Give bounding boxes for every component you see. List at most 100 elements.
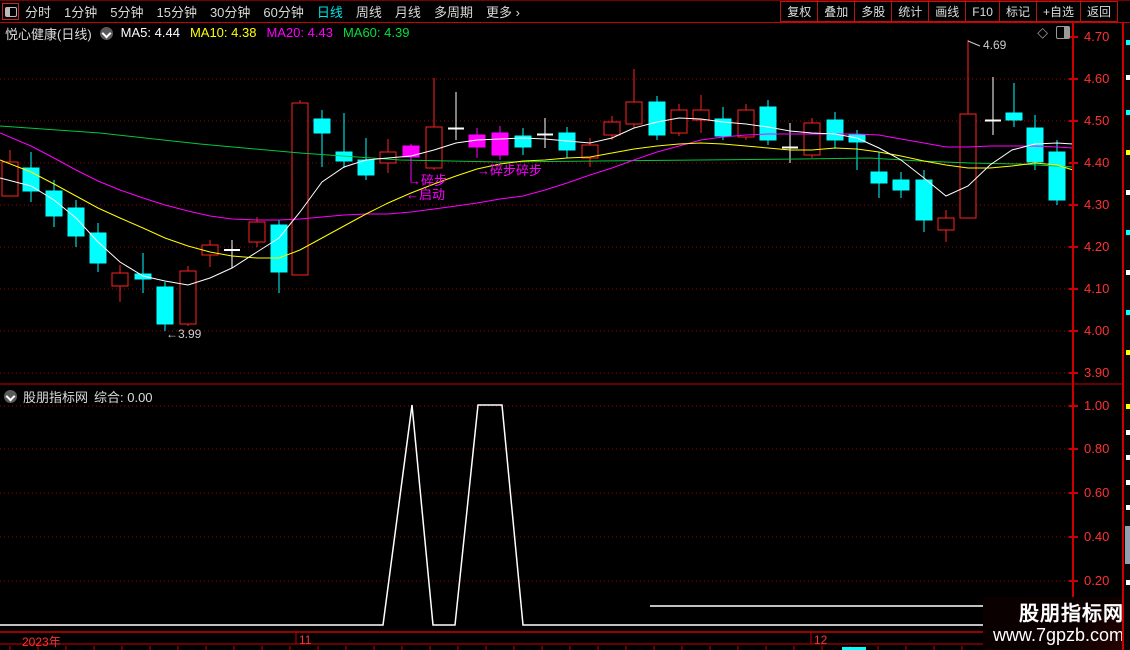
menu-item-月线[interactable]: 月线 [395, 2, 421, 21]
mini-strip-mark [1126, 350, 1130, 355]
candle-body [67, 207, 85, 237]
price-axis-label: 0.80 [1084, 441, 1110, 456]
candle-body [648, 101, 666, 136]
mini-strip-mark [1126, 310, 1130, 315]
menu-item-分时[interactable]: 分时 [25, 2, 51, 21]
candle-body [937, 217, 955, 231]
mini-strip-mark [1126, 190, 1130, 195]
trading-app-window: 分时 1分钟 5分钟 15分钟 30分钟 60分钟 日线 周线 月线 多周期 更多 › 复权 叠加 多股… [0, 0, 1130, 650]
toolbar-button-叠加[interactable]: 叠加 [817, 1, 856, 22]
price-axis-label: 4.00 [1084, 323, 1110, 338]
ma-legend: MA5: 4.44 MA10: 4.38 MA20: 4.43 MA60: 4.39 [121, 24, 420, 42]
mini-strip-mark [1126, 40, 1130, 45]
candle-body [759, 106, 777, 141]
indicator-name: 股朋指标网 [23, 390, 89, 405]
xaxis-year-label: 2023年 [22, 635, 61, 649]
right-mini-strip [1122, 0, 1130, 650]
diamond-icon[interactable]: ◇ [1037, 25, 1048, 39]
price-axis-label: 0.20 [1084, 573, 1110, 588]
candle-body [826, 119, 844, 141]
candle-body [22, 167, 40, 192]
ma-label: MA20: 4.43 [266, 25, 333, 40]
mini-strip-mark [1126, 404, 1130, 409]
mini-strip-mark [1126, 580, 1130, 585]
mini-strip-mark [1126, 230, 1130, 235]
toolbar-button-F10[interactable]: F10 [965, 1, 1000, 22]
candle-body [45, 190, 63, 217]
mini-strip-mark [1126, 505, 1130, 510]
price-axis-label: 4.50 [1084, 113, 1110, 128]
menu-item-日线[interactable]: 日线 [317, 2, 343, 21]
toolbar-button-统计[interactable]: 统计 [891, 1, 930, 22]
logo-site-url: www.7gpzb.com [992, 624, 1124, 645]
mini-strip-mark [1126, 150, 1130, 155]
site-logo: 股朋指标网 www.7gpzb.com [983, 597, 1130, 650]
mini-strip-mark [1126, 480, 1130, 485]
price-axis-label: 0.40 [1084, 529, 1110, 544]
candle-body [179, 270, 197, 325]
indicator-line [0, 404, 1073, 626]
candle-body [111, 272, 129, 287]
toolbar-button-+自选[interactable]: +自选 [1035, 1, 1081, 22]
price-axis-label: 4.40 [1084, 155, 1110, 170]
candle-body [603, 121, 621, 136]
price-axis-label: 4.70 [1084, 29, 1110, 44]
price-axis-label: 1.00 [1084, 398, 1110, 413]
candle-body [625, 101, 643, 125]
price-axis-label: 0.60 [1084, 485, 1110, 500]
candle-body [89, 232, 107, 264]
price-axis-label: 3.90 [1084, 365, 1110, 380]
chart-annotation: ←启动 [406, 187, 446, 202]
mini-strip-mark [1126, 110, 1130, 115]
candle-body [425, 126, 443, 169]
candle-body [870, 171, 888, 184]
menu-item-1分钟[interactable]: 1分钟 [64, 2, 97, 21]
toolbar-button-返回[interactable]: 返回 [1079, 1, 1118, 22]
price-axis-label: 4.30 [1084, 197, 1110, 212]
menu-item-多周期[interactable]: 多周期 [434, 2, 473, 21]
chart-title-row: 悦心健康(日线) MA5: 4.44 MA10: 4.38 MA20: 4.43 MA… [0, 23, 1075, 43]
candle-body [915, 179, 933, 221]
collapse-chevron-icon[interactable] [99, 26, 113, 40]
candle-body [670, 109, 688, 134]
tools-menu: 复权 叠加 多股 统计 画线 F10 标记 +自选 返回 [780, 1, 1118, 22]
toolbar-button-多股[interactable]: 多股 [854, 1, 893, 22]
toolbar-button-标记[interactable]: 标记 [998, 1, 1037, 22]
split-view-icon[interactable] [1056, 25, 1070, 39]
menu-item-更多 ›[interactable]: 更多 › [486, 2, 520, 21]
chart-corner-icons: ◇ [1037, 25, 1070, 39]
price-axis-label: 4.20 [1084, 239, 1110, 254]
scrollbar-thumb[interactable] [1125, 526, 1130, 564]
candlestick-chart [0, 22, 1122, 650]
menu-item-5分钟[interactable]: 5分钟 [110, 2, 143, 21]
candle-body [1048, 151, 1066, 201]
candle-body [313, 118, 331, 134]
stock-title: 悦心健康(日线) [5, 26, 92, 42]
ma5-line [0, 117, 1074, 286]
candle-body [491, 132, 509, 156]
collapse-chevron-icon[interactable] [4, 390, 17, 403]
window-layout-icon[interactable] [2, 3, 19, 20]
indicator-panel-header: 股朋指标网 综合: 0.00 [4, 387, 153, 406]
menu-item-60分钟[interactable]: 60分钟 [263, 2, 303, 21]
chart-annotation: →碎步碎步 [477, 163, 543, 178]
chart-annotation: ←3.99 [166, 327, 202, 341]
toolbar-button-复权[interactable]: 复权 [780, 1, 819, 22]
mini-strip-mark [1126, 270, 1130, 275]
price-axis-label: 4.60 [1084, 71, 1110, 86]
logo-site-name: 股朋指标网 [1019, 602, 1124, 625]
ma-label: MA5: 4.44 [120, 25, 180, 40]
mini-strip-mark [1126, 455, 1130, 460]
price-axis-label: 4.10 [1084, 281, 1110, 296]
mini-strip-mark [1126, 75, 1130, 80]
menu-item-周线[interactable]: 周线 [356, 2, 382, 21]
candle-body [291, 102, 309, 276]
menu-item-15分钟[interactable]: 15分钟 [156, 2, 196, 21]
candle-body [270, 224, 288, 273]
toolbar-button-画线[interactable]: 画线 [928, 1, 967, 22]
xaxis-month-label: 11 [299, 633, 312, 647]
menu-item-30分钟[interactable]: 30分钟 [210, 2, 250, 21]
ma-label: MA60: 4.39 [342, 25, 410, 40]
period-menu: 分时 1分钟 5分钟 15分钟 30分钟 60分钟 日线 周线 月线 多周期 更多 › [25, 2, 520, 21]
period-toolbar: 分时 1分钟 5分钟 15分钟 30分钟 60分钟 日线 周线 月线 多周期 更多 › 复权 叠加 多股… [0, 0, 1130, 23]
